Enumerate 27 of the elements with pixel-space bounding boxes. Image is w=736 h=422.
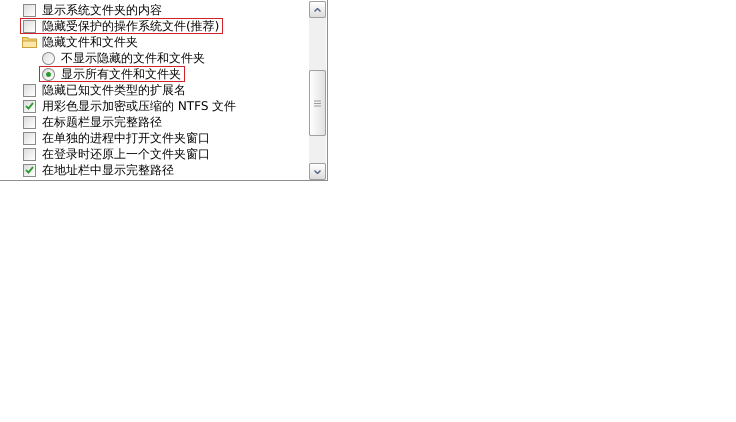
folder-icon [22, 36, 37, 48]
option-label: 显示系统文件夹的内容 [42, 3, 162, 17]
scroll-down-button[interactable] [309, 163, 326, 180]
option-label: 在单独的进程中打开文件夹窗口 [42, 131, 210, 145]
checkbox[interactable] [23, 20, 36, 32]
radio-button[interactable] [42, 68, 55, 80]
checkbox[interactable] [23, 132, 36, 144]
checkbox[interactable] [23, 148, 36, 160]
checkbox[interactable] [23, 84, 36, 96]
scroll-up-button[interactable] [309, 1, 326, 18]
checkbox[interactable] [23, 4, 36, 16]
checkbox[interactable] [23, 164, 36, 176]
option-label: 用彩色显示加密或压缩的 NTFS 文件 [42, 99, 236, 113]
grip-icon [314, 100, 321, 106]
option-label: 在地址栏中显示完整路径 [42, 163, 174, 177]
option-label: 显示所有文件和文件夹 [61, 67, 181, 81]
checkbox[interactable] [23, 116, 36, 128]
group-label: 隐藏文件和文件夹 [42, 35, 138, 49]
checkbox[interactable] [23, 100, 36, 112]
option-label: 隐藏已知文件类型的扩展名 [42, 83, 186, 97]
option-label: 不显示隐藏的文件和文件夹 [61, 51, 205, 65]
option-label: 在登录时还原上一个文件夹窗口 [42, 147, 210, 161]
scroll-thumb[interactable] [309, 70, 326, 136]
option-label: 在标题栏显示完整路径 [42, 115, 162, 129]
radio-button[interactable] [42, 52, 55, 64]
scrollbar[interactable] [309, 1, 326, 180]
option-label: 隐藏受保护的操作系统文件(推荐) [42, 19, 220, 33]
